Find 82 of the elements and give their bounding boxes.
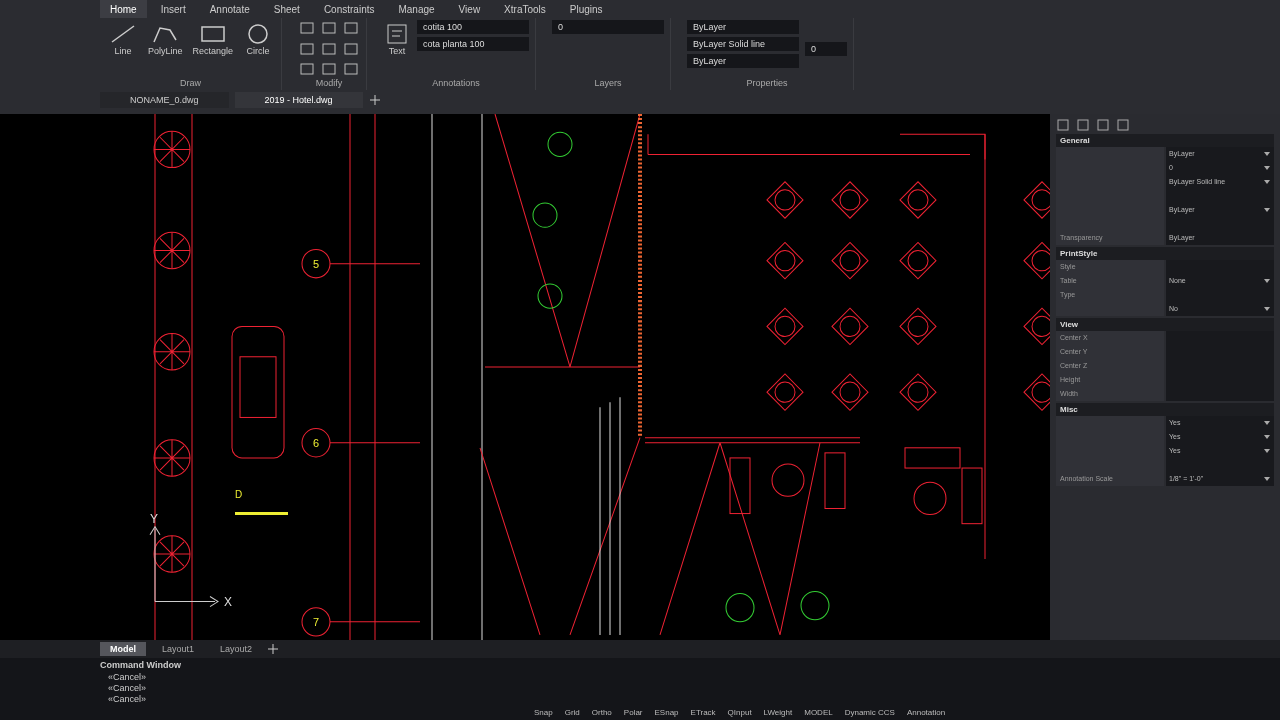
modify-tool-icon[interactable]: [342, 20, 361, 36]
caret-icon: [1264, 449, 1270, 453]
status-toggle[interactable]: ETrack: [686, 707, 720, 718]
section-header[interactable]: PrintStyle: [1056, 247, 1274, 260]
panel-tool-icon[interactable]: [1096, 118, 1110, 132]
caret-icon: [1264, 435, 1270, 439]
section-header[interactable]: Misc: [1056, 403, 1274, 416]
command-window-title: Command Window: [100, 659, 182, 672]
command-history-line: «Cancel»: [107, 694, 148, 705]
command-history-line: «Cancel»: [107, 672, 148, 683]
rectangle-tool[interactable]: Rectangle: [190, 20, 236, 58]
caret-icon: [1264, 152, 1270, 156]
ribbon-tab[interactable]: XtraTools: [494, 0, 556, 18]
layout-tab[interactable]: Layout2: [210, 642, 263, 656]
polyline-tool[interactable]: PolyLine: [146, 20, 185, 58]
status-toggle[interactable]: Annotation: [902, 707, 950, 718]
lineweight-dropdown[interactable]: ByLayer: [687, 54, 800, 68]
transparency-field[interactable]: 0: [805, 42, 848, 56]
panel-label: Properties: [746, 78, 788, 88]
text-style-dropdown[interactable]: cota planta 100: [417, 37, 530, 51]
layout-tab[interactable]: Model: [100, 642, 146, 656]
status-toggle[interactable]: Snap: [530, 707, 557, 718]
modify-tool-icon[interactable]: [298, 40, 317, 57]
line-tool[interactable]: Line: [106, 20, 140, 58]
panel-label: Layers: [594, 78, 622, 88]
caret-icon: [1264, 477, 1270, 481]
ribbon-tab[interactable]: Home: [100, 0, 147, 18]
ribbon-tab[interactable]: Annotate: [199, 0, 260, 18]
layer-dropdown[interactable]: 0: [552, 20, 665, 34]
add-layout-icon[interactable]: [268, 644, 279, 654]
ribbon-tab[interactable]: Manage: [388, 0, 445, 18]
status-toggle[interactable]: Grid: [560, 707, 584, 718]
color-dropdown[interactable]: ByLayer: [687, 20, 800, 34]
caret-icon: [1264, 421, 1270, 425]
modify-tool-icon[interactable]: [298, 61, 317, 78]
panel-label: Annotations: [432, 78, 480, 88]
ribbon-tab[interactable]: Sheet: [263, 0, 310, 18]
panel-tool-icon[interactable]: [1076, 118, 1090, 132]
grid-label: 5: [312, 257, 320, 270]
caret-icon: [1264, 180, 1270, 184]
point-label: D: [235, 489, 243, 501]
modify-tool-icon[interactable]: [320, 20, 339, 36]
status-toggle[interactable]: Ortho: [587, 707, 616, 718]
file-tab[interactable]: NONAME_0.dwg: [100, 92, 229, 108]
text-icon: [385, 22, 410, 46]
linetype-dropdown[interactable]: ByLayer Solid line: [687, 37, 800, 51]
modify-tool-icon[interactable]: [342, 40, 361, 57]
file-tab[interactable]: 2019 - Hotel.dwg: [234, 92, 363, 108]
modify-tool-icon[interactable]: [298, 20, 317, 36]
panel-tool-icon[interactable]: [1116, 118, 1130, 132]
add-tab-icon[interactable]: [368, 94, 381, 106]
ribbon-tab[interactable]: Plugins: [559, 0, 613, 18]
text-tool[interactable]: Text: [383, 20, 412, 58]
ribbon-tab[interactable]: Insert: [150, 0, 196, 18]
panel-label: Draw: [180, 78, 202, 88]
caret-icon: [1264, 307, 1270, 311]
modify-tool-icon[interactable]: [320, 40, 339, 57]
status-toggle[interactable]: QInput: [723, 707, 756, 718]
panel-tool-icon[interactable]: [1056, 118, 1070, 132]
status-toggle[interactable]: LWeight: [759, 707, 797, 718]
section-header[interactable]: View: [1056, 318, 1274, 331]
circle-tool[interactable]: Circle: [241, 20, 276, 58]
modify-tool-icon[interactable]: [320, 61, 339, 78]
modify-tool-icon[interactable]: [342, 61, 361, 78]
caret-icon: [1264, 279, 1270, 283]
ribbon-tab[interactable]: View: [448, 0, 491, 18]
ribbon-tab[interactable]: Constraints: [313, 0, 385, 18]
layout-tab[interactable]: Layout1: [152, 642, 205, 656]
caret-icon: [1264, 208, 1270, 212]
grid-label: 7: [312, 615, 320, 628]
status-toggle[interactable]: Dynamic CCS: [840, 707, 899, 718]
command-history-line: «Cancel»: [107, 683, 148, 694]
axis-label: Y: [150, 511, 158, 526]
status-toggle[interactable]: Polar: [619, 707, 647, 718]
caret-icon: [1264, 166, 1270, 170]
status-toggle[interactable]: ESnap: [650, 707, 683, 718]
grid-label: 6: [312, 436, 320, 449]
text-style-dropdown[interactable]: cotita 100: [417, 20, 530, 34]
axis-label: X: [224, 594, 232, 609]
panel-label: Modify: [315, 78, 343, 88]
status-toggle[interactable]: MODEL: [800, 707, 837, 718]
section-header[interactable]: General: [1056, 134, 1274, 147]
